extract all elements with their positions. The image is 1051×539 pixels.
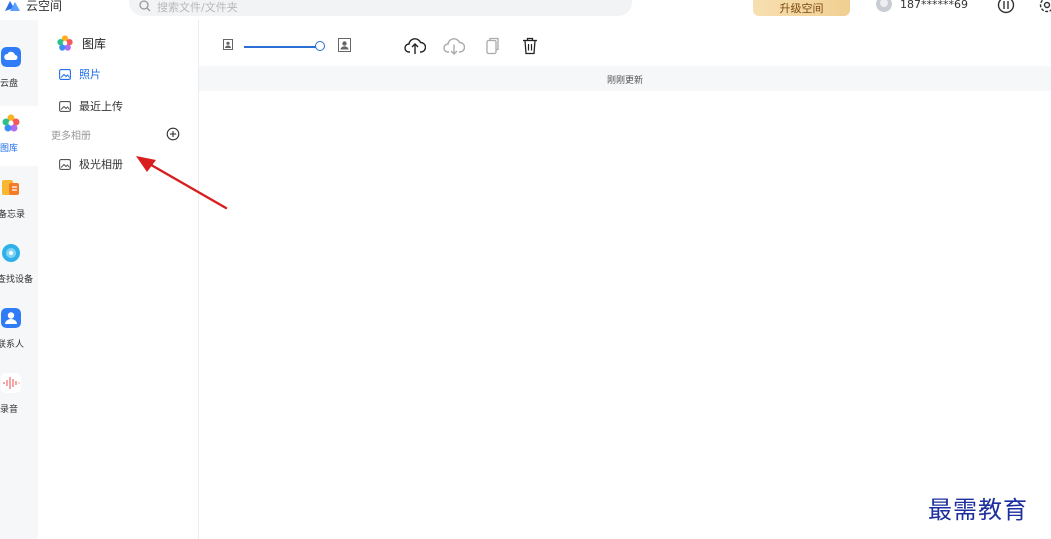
- red-arrow-annotation: [136, 156, 228, 210]
- rail-label-contacts: 联系人: [0, 340, 25, 350]
- recorder-icon: [1, 373, 21, 393]
- app-title: 云空间: [26, 0, 63, 13]
- zoom-slider-track[interactable]: [244, 46, 319, 48]
- add-album-icon[interactable]: [166, 127, 180, 141]
- app-rail: 云盘 图库 备忘录 查找设备 联系人 录音: [0, 20, 38, 539]
- more-albums-heading: 更多相册: [51, 131, 91, 142]
- contacts-icon: [1, 308, 21, 328]
- find-device-icon: [2, 244, 20, 262]
- notes-icon: [2, 180, 19, 195]
- image-icon: [59, 68, 71, 80]
- rail-item-cloud-drive[interactable]: 云盘: [0, 40, 38, 100]
- sidebar-header: 图库: [56, 34, 106, 52]
- gallery-icon: [57, 35, 73, 51]
- zoom-slider-handle[interactable]: [315, 41, 325, 51]
- toolbar: [199, 20, 1051, 66]
- main-panel: 刚刚更新: [199, 20, 1051, 539]
- rail-label-find-device: 查找设备: [0, 275, 34, 285]
- image-icon: [59, 100, 71, 112]
- gear-icon[interactable]: [1038, 0, 1051, 14]
- top-bar: 云空间 升级空间 187******69: [0, 0, 1051, 20]
- sidebar-item-photos[interactable]: 照片: [59, 66, 101, 82]
- download-icon[interactable]: [443, 36, 465, 56]
- avatar: [876, 0, 892, 12]
- rail-label-recorder: 录音: [0, 405, 19, 415]
- upgrade-label: 升级空间: [779, 2, 824, 15]
- status-bar: 刚刚更新: [199, 66, 1051, 91]
- rail-item-gallery[interactable]: 图库: [0, 106, 38, 166]
- sidebar-item-label: 照片: [79, 68, 101, 81]
- sidebar-item-label: 极光相册: [79, 158, 123, 171]
- rail-item-recorder[interactable]: 录音: [0, 367, 38, 427]
- search-box[interactable]: [129, 0, 632, 16]
- trash-icon[interactable]: [522, 37, 538, 55]
- user-account[interactable]: 187******69: [876, 0, 968, 12]
- sidebar-title: 图库: [82, 36, 107, 51]
- user-name: 187******69: [900, 0, 968, 11]
- rail-item-find-device[interactable]: 查找设备: [0, 237, 38, 297]
- search-icon: [139, 0, 151, 12]
- upgrade-button[interactable]: 升级空间: [753, 0, 850, 16]
- cloud-drive-icon: [1, 47, 21, 67]
- sidebar-item-recent-uploads[interactable]: 最近上传: [59, 98, 123, 114]
- sync-status: 刚刚更新: [606, 76, 643, 86]
- rail-label-gallery: 图库: [0, 144, 19, 154]
- upload-icon[interactable]: [404, 36, 426, 56]
- app-logo[interactable]: 云空间: [2, 0, 62, 14]
- thumbnail-large-icon[interactable]: [338, 38, 351, 52]
- copy-icon[interactable]: [486, 37, 500, 55]
- sidebar-item-label: 最近上传: [79, 100, 123, 113]
- search-input[interactable]: [157, 1, 457, 14]
- image-icon: [59, 158, 71, 170]
- thumbnail-small-icon[interactable]: [223, 39, 233, 50]
- watermark: 最需教育: [928, 496, 1028, 524]
- pause-circle-icon[interactable]: [997, 0, 1015, 14]
- rail-item-notes[interactable]: 备忘录: [0, 172, 38, 232]
- sidebar-item-aurora-album[interactable]: 极光相册: [59, 156, 123, 172]
- rail-label-notes: 备忘录: [0, 210, 26, 220]
- gallery-sidebar: 图库 照片 最近上传 更多相册 极光相册: [45, 20, 199, 539]
- rail-item-contacts[interactable]: 联系人: [0, 302, 38, 362]
- gallery-icon: [2, 114, 20, 132]
- cloud-logo-icon: [5, 0, 20, 11]
- rail-label-cloud-drive: 云盘: [0, 79, 19, 89]
